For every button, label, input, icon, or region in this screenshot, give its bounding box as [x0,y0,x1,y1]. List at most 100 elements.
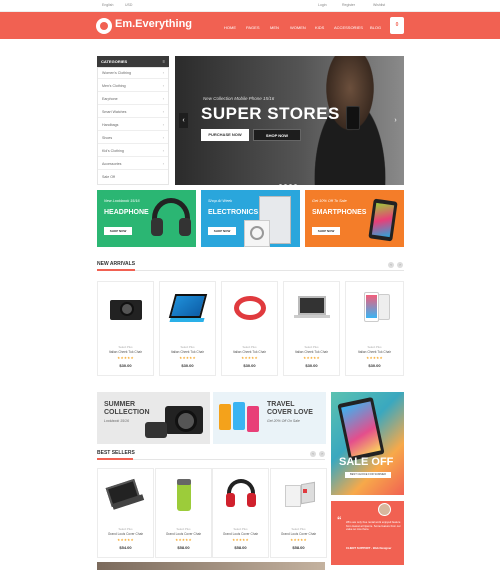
category-item[interactable]: Smart Watches › [98,107,168,118]
banner-shop-button[interactable]: SHOP NOW [312,227,340,235]
product-name[interactable]: Grand Louis Cover Chair [156,532,211,536]
banner-electronics[interactable]: Shop At Week ELECTRONICS SHOP NOW [201,190,300,247]
shop-now-button[interactable]: SHOP NOW [253,129,301,141]
banner-sub: Get 10% Off To Sale [312,199,347,203]
rating-stars: ★★★★★ [290,538,307,542]
categories-header: CATEGORIES ≡ [97,56,169,67]
purchase-now-button[interactable]: PURCHASE NOW [201,129,249,141]
product-price: $30.00 [305,363,318,368]
product-name[interactable]: Italian Cheek Tuk Chair [284,350,339,354]
menu-item-men[interactable]: MEN [270,25,279,30]
prev-arrow-icon[interactable]: ‹ [310,451,316,457]
top-bar: English USD Login Register Wishlist [0,0,500,12]
product-card[interactable]: Select Plus Grand Louis Cover Chair ★★★★… [155,468,212,558]
product-card[interactable]: Select Plus Italian Cheek Tuk Chair ★★★★… [283,281,340,376]
promo-summer-collection[interactable]: SUMMER COLLECTION Lookbook 15/16 [97,392,210,444]
product-card[interactable]: Select Plus Grand Louis Cover Chair ★★★★… [270,468,327,558]
bottom-banner-strip [97,562,325,570]
sale-off-banner[interactable]: SALE OFF BEST CHOICE FOR SUMMER [331,392,404,495]
logo-icon[interactable] [96,18,112,34]
product-name[interactable]: Grand Louis Cover Chair [271,532,326,536]
menu-item-blog[interactable]: BLOG [370,25,381,30]
cart-icon[interactable]: 0 [390,17,404,34]
menu-item-home[interactable]: HOME [224,25,236,30]
hero-phone-image [346,106,360,130]
banner-sub: Shop At Week [208,199,233,203]
category-item[interactable]: Earphone › [98,94,168,105]
banner-headphone[interactable]: New Lookbook 15/16 HEADPHONE SHOP NOW [97,190,196,247]
currency-select[interactable]: USD [125,3,132,7]
banner-title: HEADPHONE [104,209,149,216]
product-price: $58.00 [292,545,305,550]
product-card[interactable]: Select Plus Italian Cheek Tuk Chair ★★★★… [221,281,278,376]
slider-dots[interactable] [279,174,299,185]
product-name[interactable]: Grand Louis Cover Chair [213,532,268,536]
category-item[interactable]: Shoes › [98,133,168,144]
next-arrow-icon[interactable]: › [397,262,403,268]
product-name[interactable]: Italian Cheek Tuk Chair [98,350,153,354]
product-card[interactable]: Select Plus Italian Cheek Tuk Chair ★★★★… [97,281,154,376]
quote-icon: “ [337,515,342,525]
rating-stars: ★★★★★ [117,356,134,360]
prev-arrow-icon[interactable]: ‹ [388,262,394,268]
menu-item-kids[interactable]: KIDS [315,25,324,30]
hero-title: SUPER STORES [201,104,340,123]
hero-slider[interactable]: New Collection Mobile Phone 15/16 SUPER … [175,56,404,185]
category-item[interactable]: Men's Clothing › [98,81,168,92]
product-name[interactable]: Grand Louis Cover Chair [98,532,153,536]
product-card[interactable]: Select Plus Grand Louis Cover Chair ★★★★… [212,468,269,558]
next-arrow-icon[interactable]: › [319,451,325,457]
hero-subtitle: New Collection Mobile Phone 15/16 [203,96,275,101]
rating-stars: ★★★★★ [241,356,258,360]
register-link[interactable]: Register [342,3,355,7]
best-sellers-title: BEST SELLERS [97,450,135,456]
menu-item-accessories[interactable]: ACCESSORIES [334,25,363,30]
menu-icon[interactable]: ≡ [163,56,165,67]
banner-shop-button[interactable]: SHOP NOW [104,227,132,235]
product-name[interactable]: Italian Cheek Tuk Chair [160,350,215,354]
phone-image [352,292,396,322]
category-item[interactable]: Accessories › [98,159,168,170]
product-price: $30.00 [243,363,256,368]
menu-item-women[interactable]: WOMEN [290,25,306,30]
robot-vacuum-image [228,292,272,322]
product-card[interactable]: Select Plus Grand Louis Cover Chair ★★★★… [97,468,154,558]
slider-prev-icon[interactable]: ‹ [179,113,188,128]
slider-next-icon[interactable]: › [391,113,400,128]
product-name[interactable]: Italian Cheek Tuk Chair [346,350,403,354]
rating-stars: ★★★★★ [303,356,320,360]
avatar [378,503,391,516]
category-item[interactable]: Kid's Clothing › [98,146,168,157]
menu-item-pages[interactable]: PAGES [246,25,260,30]
chevron-right-icon: › [162,110,164,114]
tablet-image [166,292,210,322]
sale-off-title: SALE OFF [339,456,394,468]
product-price: $54.00 [119,545,132,550]
promo-travel-cover[interactable]: TRAVEL COVER LOVE Get 20% Off On Sale [213,392,326,444]
testimonial-text: Who are only free rental work enjoyed fe… [346,521,401,531]
bottle-image [162,479,206,511]
banner-title: SMARTPHONES [312,209,367,216]
rating-stars: ★★★★★ [366,356,383,360]
laptop-image [290,292,334,322]
product-price: $30.00 [368,363,381,368]
rating-stars: ★★★★★ [232,538,249,542]
category-item[interactable]: Handbags › [98,120,168,131]
language-select[interactable]: English [102,3,113,7]
brand-name[interactable]: Em.Everything [115,18,192,30]
speaker-image [277,479,321,509]
banner-shop-button[interactable]: SHOP NOW [208,227,236,235]
category-item[interactable]: Women's Clothing › [98,68,168,79]
banner-smartphones[interactable]: Get 10% Off To Sale SMARTPHONES SHOP NOW [305,190,404,247]
rating-stars: ★★★★★ [179,356,196,360]
product-name[interactable]: Italian Cheek Tuk Chair [222,350,277,354]
product-price: $30.00 [119,363,132,368]
testimonial-author: CLIENT SUPPORT · Web Designer [346,546,392,550]
product-card[interactable]: Select Plus Italian Cheek Tuk Chair ★★★★… [345,281,404,376]
chevron-right-icon: › [162,84,164,88]
login-link[interactable]: Login [318,3,327,7]
chevron-right-icon: › [162,71,164,75]
product-card[interactable]: Select Plus Italian Cheek Tuk Chair ★★★★… [159,281,216,376]
wishlist-link[interactable]: Wishlist [373,3,385,7]
category-item[interactable]: Sale Off [98,172,168,183]
